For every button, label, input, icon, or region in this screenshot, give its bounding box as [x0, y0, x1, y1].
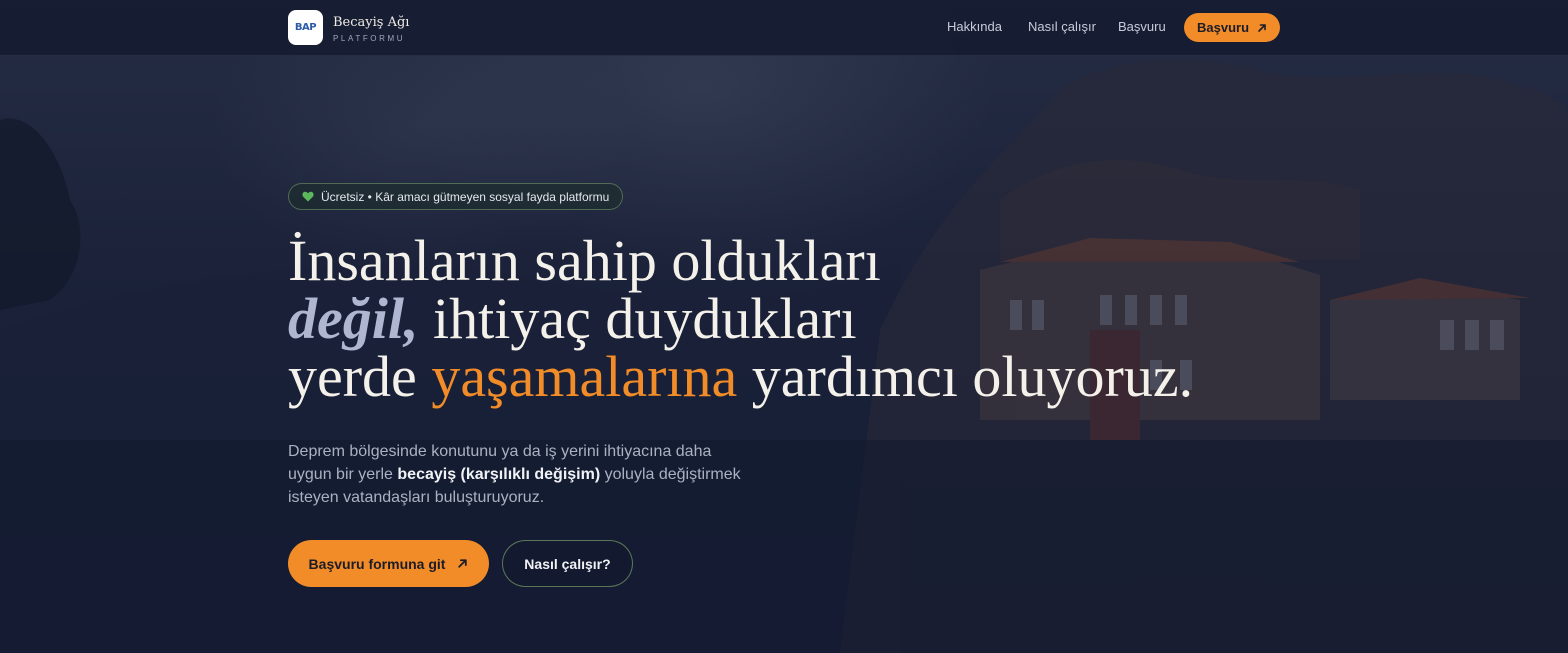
top-navigation: BAP Becayiş Ağı PLATFORMU Hakkında Nasıl…	[0, 0, 1568, 56]
apply-form-button-label: Başvuru formuna git	[308, 555, 446, 572]
arrow-up-right-icon	[1258, 23, 1266, 32]
hero-description: Deprem bölgesinde konutunu ya da iş yeri…	[288, 440, 758, 509]
logo-mark: BAP	[294, 22, 317, 33]
brand-logo[interactable]: BAP	[288, 10, 323, 45]
headline-accent: yaşamalarına	[431, 344, 738, 409]
how-it-works-button[interactable]: Nasıl çalışır?	[502, 540, 633, 587]
nav-link-how-it-works[interactable]: Nasıl çalışır	[1028, 19, 1096, 34]
description-highlight: becayiş (karşılıklı değişim)	[397, 466, 601, 483]
landing-page: BAP Becayiş Ağı PLATFORMU Hakkında Nasıl…	[0, 0, 1568, 653]
brand-title[interactable]: Becayiş Ağı	[333, 15, 409, 30]
badge-text: Ücretsiz • Kâr amacı gütmeyen sosyal fay…	[321, 189, 610, 204]
how-it-works-button-label: Nasıl çalışır?	[524, 555, 611, 572]
heart-icon	[302, 191, 314, 202]
hero-headline: İnsanların sahip oldukları değil, ihtiya…	[288, 232, 1193, 406]
nav-apply-button-label: Başvuru	[1196, 20, 1250, 35]
arrow-up-right-icon	[458, 559, 468, 568]
nav-apply-button[interactable]: Başvuru	[1184, 13, 1280, 42]
apply-form-button[interactable]: Başvuru formuna git	[288, 540, 489, 587]
headline-line-2: ihtiyaç duydukları	[418, 286, 857, 351]
headline-line-3-end: yardımcı oluyoruz.	[737, 344, 1194, 409]
nav-link-about[interactable]: Hakkında	[947, 19, 1002, 34]
brand-subtitle: PLATFORMU	[333, 34, 406, 43]
headline-line-3-start: yerde	[288, 344, 432, 409]
free-nonprofit-badge: Ücretsiz • Kâr amacı gütmeyen sosyal fay…	[288, 183, 624, 210]
headline-line-1: İnsanların sahip oldukları	[288, 228, 881, 293]
headline-emphasis: değil,	[288, 286, 419, 351]
nav-link-apply[interactable]: Başvuru	[1118, 19, 1166, 34]
